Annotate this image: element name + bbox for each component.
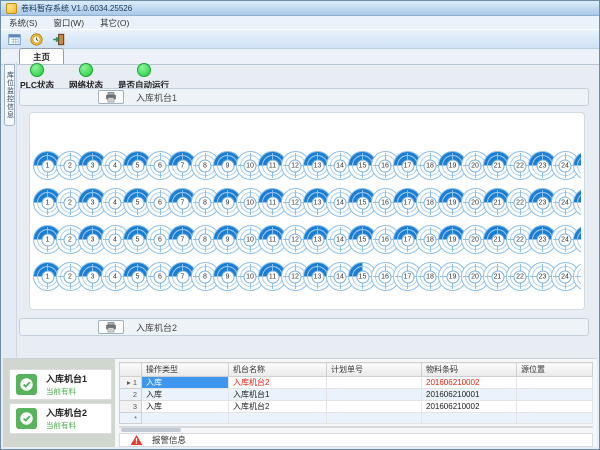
indicator-plc: PLC状态 [20,63,54,91]
col-machine-name[interactable]: 机台名称 [229,363,327,377]
cell-operation-type[interactable] [142,413,229,424]
cell-machine-name[interactable]: 入库机台1 [229,389,327,401]
slot-grid: 1234567891011121314151617181920212223242… [29,112,585,310]
bottom-section: 入库机台1 当前有料 入库机台2 当前有料 [3,358,597,447]
menu-item-window[interactable]: 窗口(W) [53,17,84,29]
check-icon [16,374,37,395]
exit-button[interactable] [49,31,67,47]
cell-plan-number[interactable] [327,401,422,413]
table-row[interactable]: * [120,413,593,424]
printer-icon [105,322,117,333]
table-row[interactable]: ▸ 1入库入库机台2 201606210002 [120,377,593,389]
clock-icon [30,33,43,46]
cell-material-barcode[interactable]: 201606210002 [422,377,517,389]
table-header-row: 操作类型 机台名称 计划单号 物料条码 源位置 [120,363,593,377]
indicator-network: 网络状态 [69,63,103,91]
cell-source-location[interactable] [517,413,593,424]
cell-plan-number[interactable] [327,413,422,424]
col-plan-number[interactable]: 计划单号 [327,363,422,377]
card-machine1-title: 入库机台1 [46,372,87,385]
tool-bar [1,29,599,49]
card-machine1-status: 当前有料 [46,386,87,397]
task-table: 操作类型 机台名称 计划单号 物料条码 源位置 ▸ 1入库入库机台2 201606… [119,362,593,424]
print-button-machine1[interactable] [98,90,124,104]
scrollbar-thumb[interactable] [121,428,181,432]
row-selector[interactable]: * [120,413,142,424]
card-text: 入库机台1 当前有料 [46,372,87,397]
cell-source-location[interactable] [517,401,593,413]
col-source-location[interactable]: 源位置 [517,363,593,377]
table-row[interactable]: 3入库入库机台2 201606210002 [120,401,593,413]
slot-row: 1234567891011121314151617181920212223242… [33,151,581,180]
cell-plan-number[interactable] [327,389,422,401]
cell-source-location[interactable] [517,377,593,389]
slot-row: 1234567891011121314151617181920212223242… [33,188,581,217]
warning-icon [130,434,143,446]
machine1-status-card[interactable]: 入库机台1 当前有料 [9,369,112,400]
calendar-icon [8,33,21,46]
slot-row: 1234567891011121314151617181920212223242… [33,225,581,254]
check-icon [16,408,37,429]
task-table-panel: 操作类型 机台名称 计划单号 物料条码 源位置 ▸ 1入库入库机台2 201606… [115,359,597,447]
machine-status-cards: 入库机台1 当前有料 入库机台2 当前有料 [3,359,115,447]
cell-machine-name[interactable] [229,413,327,424]
print-button-machine2[interactable] [98,320,124,334]
menu-item-system[interactable]: 系统(S) [9,17,37,29]
tab-home-label: 主页 [33,51,50,63]
cell-machine-name[interactable]: 入库机台2 [229,377,327,389]
network-status-lamp [79,63,93,77]
main-content: 库位监控信息 PLC状态 网络状态 是否自动运行 [3,62,597,447]
app-icon [6,3,17,14]
side-tab-monitor[interactable]: 库位监控信息 [4,64,15,126]
status-indicator-row: PLC状态 网络状态 是否自动运行 [20,63,169,91]
cell-operation-type[interactable]: 入库 [142,377,229,389]
window-title: 卷料暂存系统 V1.0.6034.25526 [21,3,132,14]
indicator-autorun: 是否自动运行 [118,63,169,91]
col-operation-type[interactable]: 操作类型 [142,363,229,377]
exit-icon [52,33,65,46]
slot-row: 1234567891011121314151617181920212223242… [33,262,581,291]
cell-material-barcode[interactable]: 201606210001 [422,389,517,401]
alert-label: 报警信息 [152,434,186,446]
cell-material-barcode[interactable] [422,413,517,424]
cell-source-location[interactable] [517,389,593,401]
row-selector[interactable]: 2 [120,389,142,401]
row-selector[interactable]: 3 [120,401,142,413]
menu-bar: 系统(S) 窗口(W) 其它(O) [1,16,599,29]
cell-operation-type[interactable]: 入库 [142,401,229,413]
title-bar[interactable]: 卷料暂存系统 V1.0.6034.25526 [1,1,599,16]
cell-machine-name[interactable]: 入库机台2 [229,401,327,413]
machine1-panel-header: 入库机台1 [19,88,589,106]
clock-button[interactable] [27,31,45,47]
task-table-body: ▸ 1入库入库机台2 201606210002 2入库入库机台1 2016062100… [120,377,593,424]
app-window: 卷料暂存系统 V1.0.6034.25526 系统(S) 窗口(W) 其它(O) [0,0,600,450]
table-scrollbar[interactable] [119,426,593,428]
table-row[interactable]: 2入库入库机台1 201606210001 [120,389,593,401]
col-material-barcode[interactable]: 物料条码 [422,363,517,377]
card-text: 入库机台2 当前有料 [46,406,87,431]
row-selector[interactable]: ▸ 1 [120,377,142,389]
machine2-status-card[interactable]: 入库机台2 当前有料 [9,403,112,434]
cell-material-barcode[interactable]: 201606210002 [422,401,517,413]
calendar-button[interactable] [5,31,23,47]
cell-operation-type[interactable]: 入库 [142,389,229,401]
machine2-panel-header: 入库机台2 [19,318,589,336]
autorun-status-lamp [137,63,151,77]
card-machine2-status: 当前有料 [46,420,87,431]
card-machine2-title: 入库机台2 [46,406,87,419]
plc-status-lamp [30,63,44,77]
row-selector-header [120,363,142,377]
side-panel-strip: 库位监控信息 [3,62,17,358]
machine1-title: 入库机台1 [136,91,177,104]
menu-item-other[interactable]: 其它(O) [100,17,129,29]
printer-icon [105,92,117,103]
machine2-title: 入库机台2 [136,321,177,334]
alert-bar: 报警信息 [119,433,593,447]
cell-plan-number[interactable] [327,377,422,389]
